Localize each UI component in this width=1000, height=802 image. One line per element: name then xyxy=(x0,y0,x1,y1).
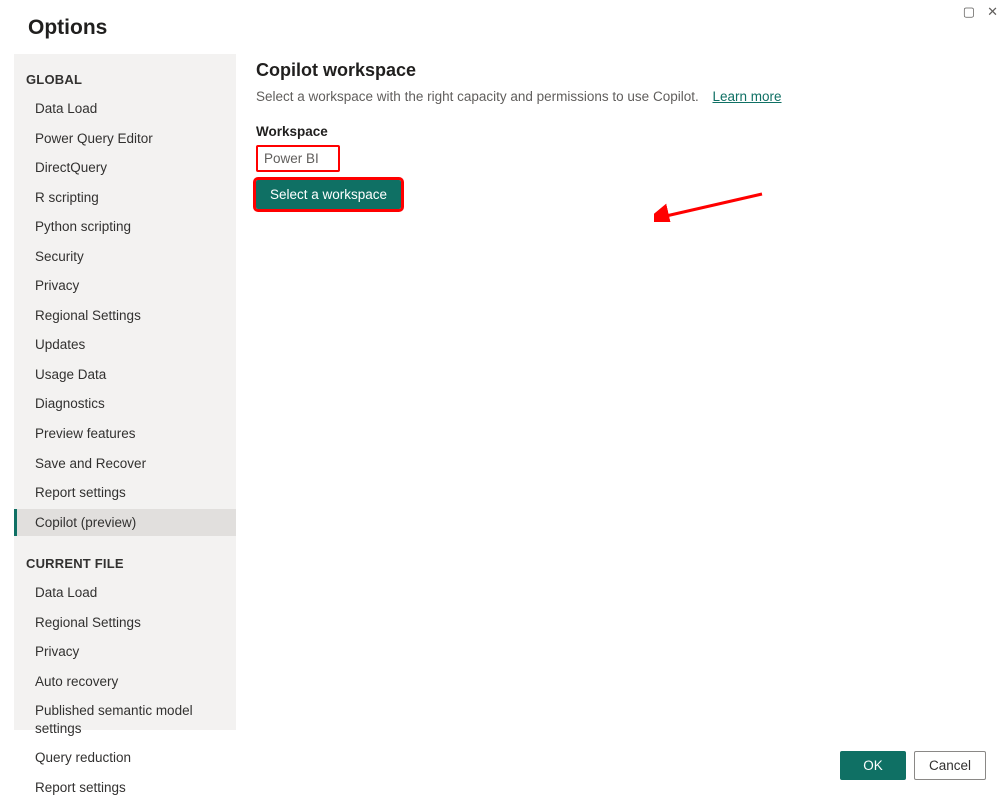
sidebar-item-cf-published-semantic[interactable]: Published semantic model settings xyxy=(14,697,236,742)
sidebar-item-copilot-preview[interactable]: Copilot (preview) xyxy=(14,509,236,537)
workspace-field[interactable]: Power BI xyxy=(256,145,340,172)
sidebar-item-cf-query-reduction[interactable]: Query reduction xyxy=(14,744,236,772)
ok-button[interactable]: OK xyxy=(840,751,906,780)
sidebar-item-cf-privacy[interactable]: Privacy xyxy=(14,638,236,666)
sidebar-item-updates[interactable]: Updates xyxy=(14,331,236,359)
sidebar-item-cf-data-load[interactable]: Data Load xyxy=(14,579,236,607)
sidebar-item-cf-regional-settings[interactable]: Regional Settings xyxy=(14,609,236,637)
main-description-text: Select a workspace with the right capaci… xyxy=(256,89,699,104)
arrow-annotation-icon xyxy=(654,192,764,222)
sidebar-item-security[interactable]: Security xyxy=(14,243,236,271)
sidebar-item-cf-auto-recovery[interactable]: Auto recovery xyxy=(14,668,236,696)
sidebar-item-usage-data[interactable]: Usage Data xyxy=(14,361,236,389)
main-description: Select a workspace with the right capaci… xyxy=(256,89,986,104)
main-content: Copilot workspace Select a workspace wit… xyxy=(256,54,986,730)
sidebar-item-python-scripting[interactable]: Python scripting xyxy=(14,213,236,241)
main-heading: Copilot workspace xyxy=(256,60,986,81)
select-workspace-button[interactable]: Select a workspace xyxy=(256,180,401,209)
sidebar-item-power-query-editor[interactable]: Power Query Editor xyxy=(14,125,236,153)
sidebar: GLOBAL Data Load Power Query Editor Dire… xyxy=(14,54,236,730)
sidebar-item-cf-report-settings[interactable]: Report settings xyxy=(14,774,236,802)
learn-more-link[interactable]: Learn more xyxy=(712,89,781,104)
close-icon[interactable]: ✕ xyxy=(987,4,998,20)
footer: OK Cancel xyxy=(840,751,986,780)
sidebar-item-privacy[interactable]: Privacy xyxy=(14,272,236,300)
sidebar-section-global: GLOBAL xyxy=(14,66,236,95)
sidebar-item-data-load[interactable]: Data Load xyxy=(14,95,236,123)
sidebar-item-regional-settings[interactable]: Regional Settings xyxy=(14,302,236,330)
sidebar-item-directquery[interactable]: DirectQuery xyxy=(14,154,236,182)
workspace-label: Workspace xyxy=(256,124,986,139)
sidebar-item-preview-features[interactable]: Preview features xyxy=(14,420,236,448)
cancel-button[interactable]: Cancel xyxy=(914,751,986,780)
sidebar-item-diagnostics[interactable]: Diagnostics xyxy=(14,390,236,418)
maximize-icon[interactable]: ▢ xyxy=(963,4,975,20)
sidebar-item-r-scripting[interactable]: R scripting xyxy=(14,184,236,212)
sidebar-item-report-settings[interactable]: Report settings xyxy=(14,479,236,507)
sidebar-section-current-file: CURRENT FILE xyxy=(14,550,236,579)
page-title: Options xyxy=(0,0,1000,54)
sidebar-item-save-and-recover[interactable]: Save and Recover xyxy=(14,450,236,478)
